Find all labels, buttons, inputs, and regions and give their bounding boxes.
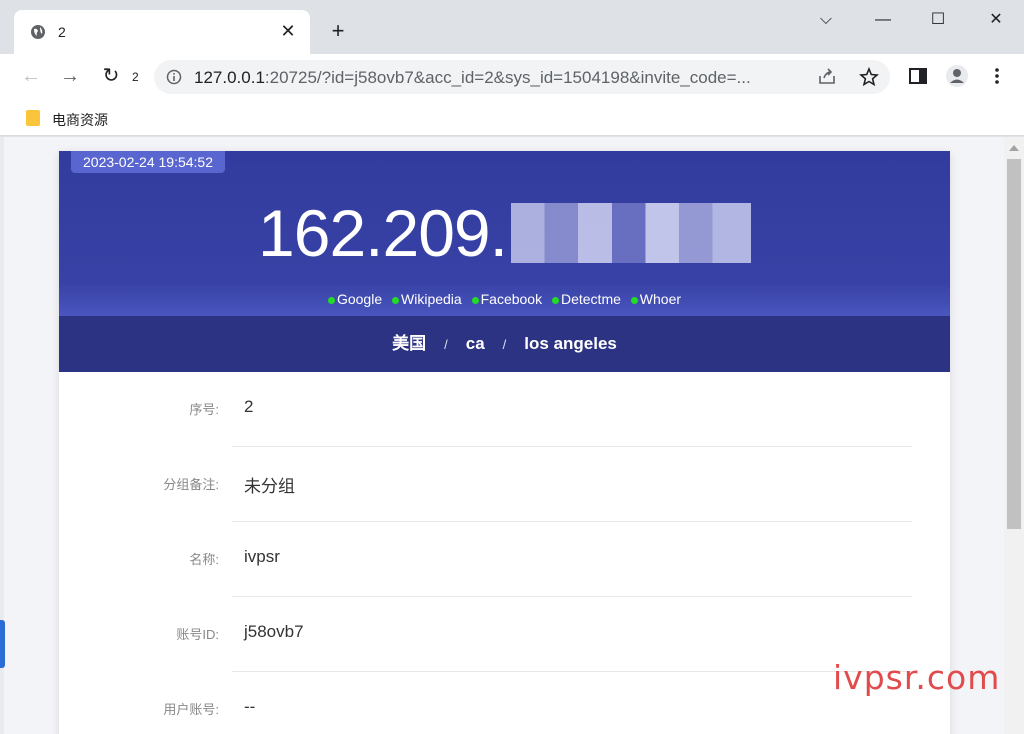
forward-icon[interactable]: → bbox=[57, 64, 83, 88]
url-rest: :20725/?id=j58ovb7&acc_id=2&sys_id=15041… bbox=[264, 68, 751, 87]
status-dot bbox=[392, 296, 400, 304]
check-links: Google Wikipedia Facebook Detectme Whoer bbox=[59, 291, 950, 307]
row-label: 序号: bbox=[189, 402, 219, 417]
link-whoer[interactable]: Whoer bbox=[630, 291, 682, 307]
background-app-edge bbox=[0, 620, 5, 668]
status-dot bbox=[327, 296, 335, 304]
ip-hero: 2023-02-24 19:54:52 162.209. Google Wiki… bbox=[59, 151, 950, 316]
link-detectme[interactable]: Detectme bbox=[551, 291, 621, 307]
reload-count: 2 bbox=[132, 70, 139, 84]
globe-icon bbox=[31, 25, 45, 39]
tab-close-icon[interactable]: ✕ bbox=[278, 21, 298, 41]
link-label: Whoer bbox=[639, 291, 682, 307]
bookmarks-bar: 电商资源 bbox=[0, 100, 1024, 136]
geo-region: ca bbox=[465, 334, 485, 353]
info-icon[interactable] bbox=[166, 69, 182, 85]
url-host: 127.0.0.1 bbox=[194, 68, 265, 87]
address-bar[interactable]: 127.0.0.1:20725/?id=j58ovb7&acc_id=2&sys… bbox=[154, 60, 890, 94]
geo-country: 美国 bbox=[392, 334, 427, 353]
link-label: Google bbox=[336, 291, 383, 307]
ip-address: 162.209. bbox=[59, 195, 950, 271]
profile-card: 2023-02-24 19:54:52 162.209. Google Wiki… bbox=[59, 151, 950, 734]
back-icon[interactable]: ← bbox=[18, 64, 44, 88]
tab-search-icon[interactable]: ⌵ bbox=[811, 8, 841, 32]
row-label: 分组备注: bbox=[163, 477, 219, 492]
status-dot bbox=[471, 296, 479, 304]
geo-location-bar: 美国 / ca / los angeles bbox=[59, 316, 950, 372]
side-panel-icon[interactable] bbox=[906, 64, 930, 88]
link-label: Detectme bbox=[560, 291, 621, 307]
row-value: j58ovb7 bbox=[244, 622, 304, 641]
geo-separator: / bbox=[444, 337, 448, 352]
tab-strip: 2 ✕ + ⌵ — ☐ ✕ bbox=[0, 0, 1024, 54]
browser-tab[interactable]: 2 ✕ bbox=[14, 10, 310, 54]
minimize-icon[interactable]: — bbox=[868, 8, 898, 32]
status-dot bbox=[551, 296, 559, 304]
reload-icon[interactable]: ↻ bbox=[98, 64, 124, 88]
row-label: 账号ID: bbox=[176, 627, 219, 642]
detail-row: 用户账号: -- bbox=[59, 672, 950, 734]
link-facebook[interactable]: Facebook bbox=[471, 291, 543, 307]
detail-row: 账号ID: j58ovb7 bbox=[59, 597, 950, 672]
scroll-thumb[interactable] bbox=[1007, 159, 1021, 529]
row-value: 未分组 bbox=[244, 477, 295, 496]
detail-row: 序号: 2 bbox=[59, 372, 950, 447]
page-scrollbar[interactable] bbox=[1004, 137, 1024, 734]
page-viewport: 2023-02-24 19:54:52 162.209. Google Wiki… bbox=[0, 137, 1004, 734]
row-label: 用户账号: bbox=[163, 702, 219, 717]
share-icon[interactable] bbox=[816, 66, 838, 88]
date-badge: 2023-02-24 19:54:52 bbox=[71, 151, 225, 173]
link-label: Facebook bbox=[480, 291, 543, 307]
folder-icon bbox=[26, 110, 40, 126]
row-value: -- bbox=[244, 697, 256, 716]
new-tab-icon[interactable]: + bbox=[326, 20, 350, 42]
ip-mosaic-blur bbox=[510, 202, 751, 263]
detail-row: 分组备注: 未分组 bbox=[59, 447, 950, 522]
row-label: 名称: bbox=[189, 552, 219, 567]
link-wikipedia[interactable]: Wikipedia bbox=[392, 291, 462, 307]
url-text: 127.0.0.1:20725/?id=j58ovb7&acc_id=2&sys… bbox=[194, 68, 751, 88]
detail-rows: 序号: 2 分组备注: 未分组 名称: ivpsr 账号ID: j58ovb7 … bbox=[59, 372, 950, 734]
geo-city: los angeles bbox=[524, 334, 617, 353]
profile-avatar-icon[interactable] bbox=[945, 64, 969, 88]
browser-toolbar: ← → ↻ 2 127.0.0.1:20725/?id=j58ovb7&acc_… bbox=[0, 54, 1024, 100]
scroll-up-arrow-icon[interactable] bbox=[1009, 145, 1019, 151]
watermark: ivpsr.com bbox=[833, 658, 1001, 697]
detail-row: 名称: ivpsr bbox=[59, 522, 950, 597]
close-window-icon[interactable]: ✕ bbox=[981, 8, 1011, 32]
link-google[interactable]: Google bbox=[327, 291, 383, 307]
row-value: 2 bbox=[244, 397, 254, 416]
bookmark-folder[interactable]: 电商资源 bbox=[52, 110, 108, 130]
maximize-icon[interactable]: ☐ bbox=[923, 8, 953, 32]
menu-kebab-icon[interactable] bbox=[985, 64, 1009, 88]
geo-separator: / bbox=[502, 337, 507, 352]
status-dot bbox=[630, 296, 638, 304]
bookmark-star-icon[interactable] bbox=[858, 66, 880, 88]
row-value: ivpsr bbox=[244, 547, 280, 566]
ip-visible: 162.209. bbox=[258, 196, 508, 270]
tab-title: 2 bbox=[58, 24, 66, 40]
link-label: Wikipedia bbox=[401, 291, 462, 307]
